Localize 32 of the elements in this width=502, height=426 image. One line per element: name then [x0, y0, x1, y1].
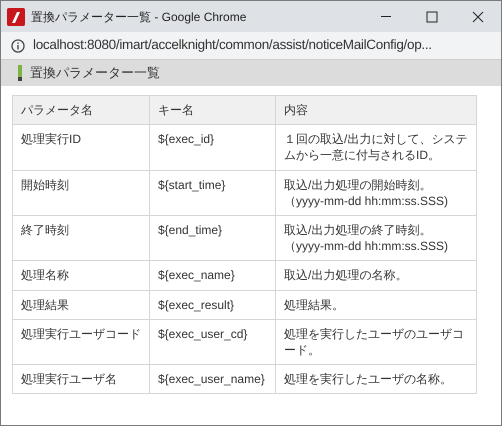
minimize-icon: [381, 16, 391, 17]
table-cell: 取込/出力処理の開始時刻。（yyyy-mm-dd hh:mm:ss.SSS): [276, 170, 476, 216]
table-cell: 取込/出力処理の名称。: [276, 260, 476, 290]
table-cell: 処理を実行したユーザのユーザコード。: [276, 319, 476, 365]
table-cell: ${exec_user_name}: [150, 364, 276, 394]
table-cell: ${exec_user_cd}: [150, 319, 276, 365]
table-cell: 処理実行ユーザコード: [12, 319, 150, 365]
table-cell: ${end_time}: [150, 215, 276, 261]
table-cell: ${exec_result}: [150, 290, 276, 320]
header-marker-icon: [18, 65, 22, 81]
table-cell: 開始時刻: [12, 170, 150, 216]
table-cell: 取込/出力処理の終了時刻。（yyyy-mm-dd hh:mm:ss.SSS): [276, 215, 476, 261]
table-cell: ${start_time}: [150, 170, 276, 216]
table-cell: 処理結果: [12, 290, 150, 320]
table-cell: 処理実行ユーザ名: [12, 364, 150, 394]
window-title: 置換パラメーター一覧 - Google Chrome: [31, 8, 248, 26]
close-icon: [472, 10, 484, 22]
info-icon[interactable]: [11, 38, 25, 52]
app-logo-icon: [7, 8, 25, 26]
table-cell: １回の取込/出力に対して、システムから一意に付与されるID。: [276, 124, 476, 170]
table-cell: ${exec_name}: [150, 260, 276, 290]
table-cell: ${exec_id}: [150, 124, 276, 170]
table-cell: 処理名称: [12, 260, 150, 290]
page-title: 置換パラメーター一覧: [30, 64, 160, 82]
table-cell: 終了時刻: [12, 215, 150, 261]
column-header: パラメータ名: [12, 96, 150, 125]
table-cell: 処理を実行したユーザの名称。: [276, 364, 476, 394]
column-header: キー名: [150, 96, 276, 125]
column-header: 内容: [276, 96, 476, 125]
table-cell: 処理実行ID: [12, 124, 150, 170]
maximize-icon: [426, 10, 438, 22]
table-cell: 処理結果。: [276, 290, 476, 320]
